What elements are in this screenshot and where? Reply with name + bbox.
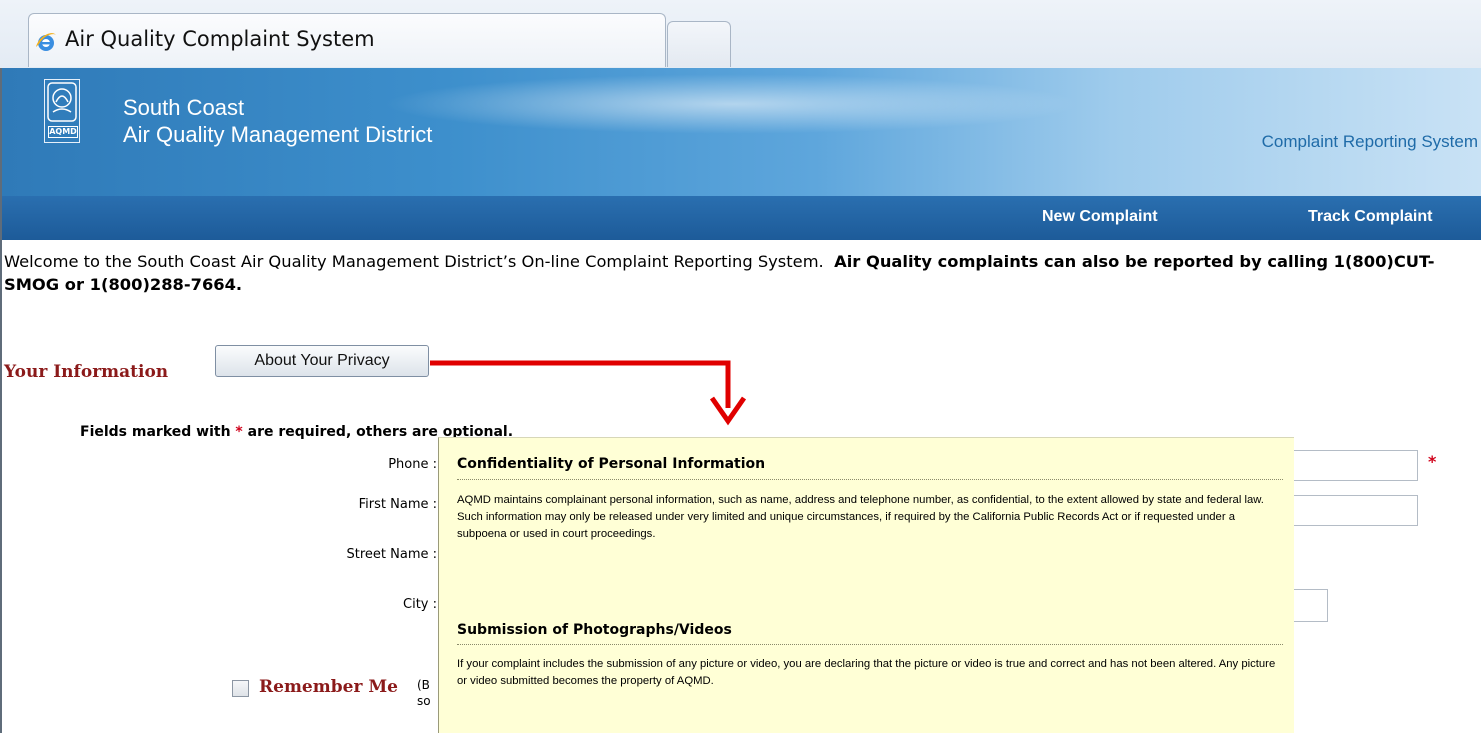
your-information-heading: Your Information (4, 362, 169, 382)
welcome-message: Welcome to the South Coast Air Quality M… (4, 250, 1474, 296)
header-glow (382, 74, 1082, 134)
first-name-input[interactable] (1292, 495, 1418, 526)
agency-name-line2: Air Quality Management District (123, 122, 433, 147)
privacy-popup: Confidentiality of Personal Information … (438, 437, 1294, 733)
aqmd-logo: AQMD (44, 79, 80, 143)
aqmd-emblem-icon (47, 82, 77, 122)
popup-paragraph-confidentiality: AQMD maintains complainant personal info… (457, 494, 1264, 540)
first-name-label: First Name : (358, 497, 437, 512)
phone-required-marker: * (1428, 452, 1437, 471)
nav-bar: New Complaint Track Complaint (2, 196, 1481, 240)
about-privacy-button[interactable]: About Your Privacy (215, 345, 429, 377)
popup-divider (457, 644, 1283, 645)
tab-title: Air Quality Complaint System (65, 27, 375, 51)
site-header: AQMD South Coast Air Quality Management … (2, 68, 1481, 196)
phone-input[interactable] (1292, 450, 1418, 481)
popup-heading-photos: Submission of Photographs/Videos (457, 622, 732, 638)
popup-paragraph-photos: If your complaint includes the submissio… (457, 658, 1276, 687)
city-input[interactable] (1292, 589, 1328, 622)
popup-divider (457, 479, 1283, 480)
logo-text: AQMD (48, 126, 78, 138)
nav-track-complaint[interactable]: Track Complaint (1308, 208, 1432, 226)
new-tab-button[interactable] (667, 21, 731, 67)
phone-label: Phone : (388, 457, 437, 472)
browser-tab-strip: Air Quality Complaint System (0, 0, 1481, 69)
agency-name-line1: South Coast (123, 95, 245, 120)
system-name: Complaint Reporting System (1261, 132, 1478, 151)
internet-explorer-icon (36, 33, 56, 51)
required-note-star: * (235, 424, 243, 440)
street-name-label: Street Name : (346, 547, 438, 562)
remember-me-hint-line1: (B (417, 678, 430, 692)
popup-heading-confidentiality: Confidentiality of Personal Information (457, 456, 766, 472)
remember-me-checkbox[interactable] (232, 680, 249, 697)
city-label: City : (403, 597, 437, 612)
required-note-prefix: Fields marked with (80, 424, 231, 440)
welcome-text: Welcome to the South Coast Air Quality M… (4, 252, 824, 271)
remember-me-hint-line2: so (417, 694, 431, 708)
nav-new-complaint[interactable]: New Complaint (1042, 208, 1158, 226)
browser-tab-active[interactable]: Air Quality Complaint System (28, 13, 666, 67)
remember-me-label[interactable]: Remember Me (259, 677, 398, 697)
